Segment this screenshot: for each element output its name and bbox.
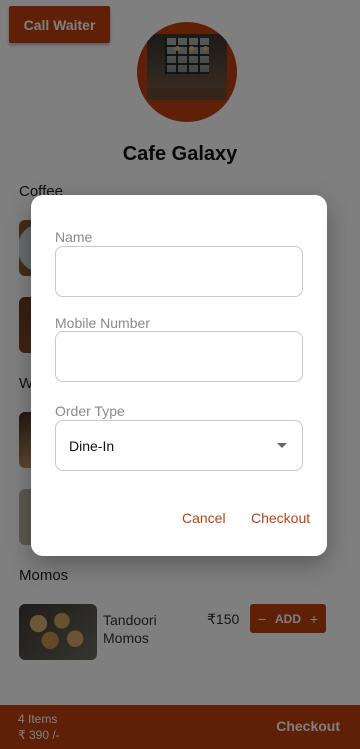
name-field[interactable] — [56, 247, 302, 296]
mobile-label: Mobile Number — [55, 315, 150, 331]
dropdown-arrow-icon — [277, 443, 287, 448]
mobile-field[interactable] — [56, 332, 302, 381]
name-field-box[interactable] — [55, 246, 303, 297]
order-type-select[interactable]: Dine-In — [55, 420, 303, 471]
checkout-button[interactable]: Checkout — [251, 510, 310, 526]
order-type-value: Dine-In — [69, 437, 115, 454]
checkout-dialog: Name Mobile Number Order Type Dine-In Ca… — [31, 195, 327, 556]
mobile-field-box[interactable] — [55, 331, 303, 382]
name-label: Name — [55, 229, 93, 245]
order-type-label: Order Type — [55, 403, 125, 419]
menu-page: Call Waiter Cafe Galaxy Coffee W Momos T… — [0, 0, 360, 749]
cancel-button[interactable]: Cancel — [182, 510, 226, 526]
